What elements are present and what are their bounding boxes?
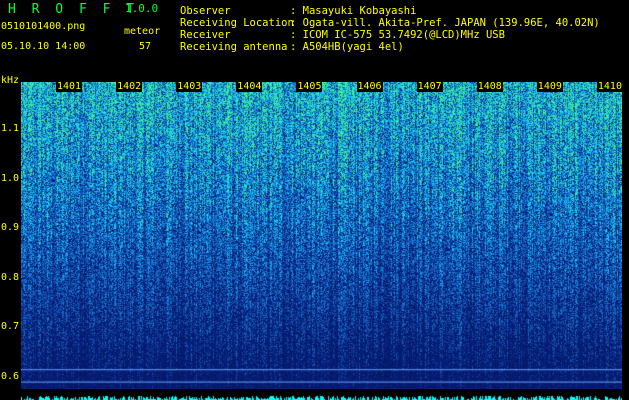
info-location-key: Receiving Location [180,17,294,29]
app-title: H R O F F T [8,2,139,17]
baseline-trace [21,393,622,400]
info-observer-value: : Masayuki Kobayashi [290,5,417,17]
filename-label: 0510101400.png [1,21,86,32]
info-antenna-value: : A504HB(yagi 4el) [290,41,404,53]
y-tick-label: 0.9 [1,222,20,234]
y-tick-label: 1.1 [1,123,20,135]
y-tick-label: 1.0 [1,172,20,184]
count-label: 57 [139,41,152,52]
y-tick-label: 0.8 [1,271,20,283]
baseline-bar [21,389,622,400]
mode-label: meteor [124,26,161,37]
info-receiver-key: Receiver [180,29,231,41]
info-receiver-value: : ICOM IC-575 53.7492(@LCD)MHz USB [290,29,505,41]
spectrogram [21,82,622,389]
y-tick-label: 0.6 [1,370,20,382]
info-antenna-key: Receiving antenna [180,41,288,53]
info-observer-key: Observer [180,5,231,17]
y-tick-label: 0.7 [1,321,20,333]
info-location-value: : Ogata-vill. Akita-Pref. JAPAN (139.96E… [290,17,600,29]
hrofft-window: H R O F F T 1.0.0 0510101400.png meteor … [0,0,629,400]
app-version: 1.0.0 [125,2,159,15]
datetime-label: 05.10.10 14:00 [1,41,86,52]
axis-unit-label: kHz [1,75,20,86]
